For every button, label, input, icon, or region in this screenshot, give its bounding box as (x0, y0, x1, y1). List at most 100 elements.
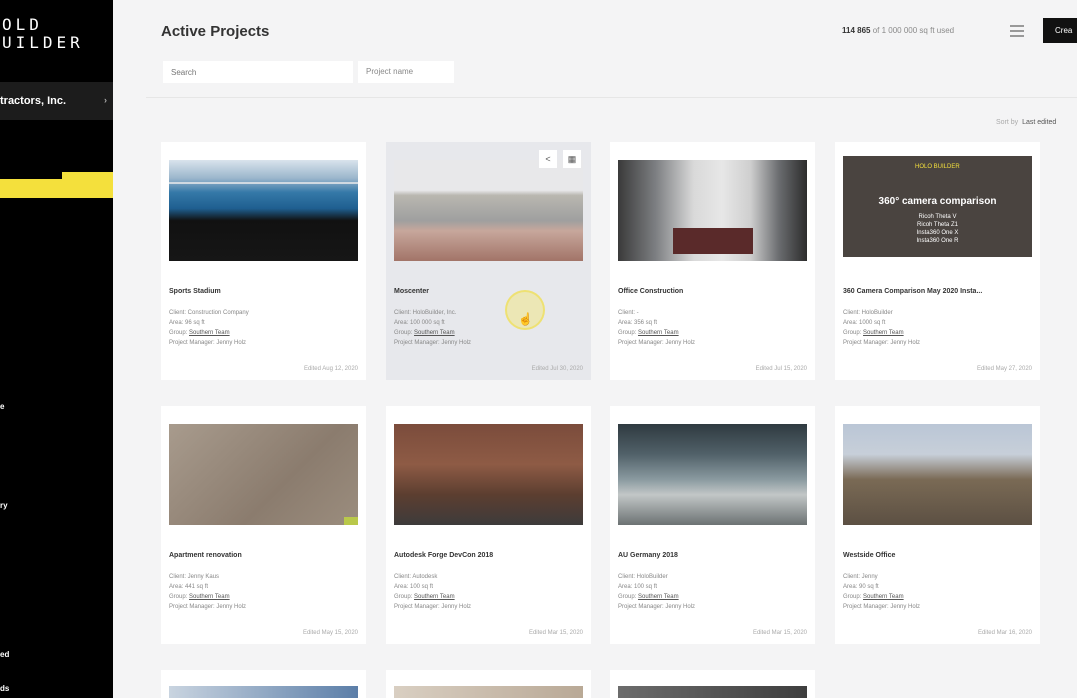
project-client: Client: HoloBuilder (843, 310, 893, 316)
group-label: Group: (169, 330, 190, 336)
project-meta: Client: HoloBuilder Area: 1000 sq ft Gro… (843, 308, 920, 348)
group-label: Group: (169, 594, 190, 600)
project-area: Area: 100 sq ft (394, 584, 434, 590)
page-title: Active Projects (161, 23, 270, 40)
project-card[interactable]: Sports Stadium Client: Construction Comp… (161, 142, 366, 380)
project-edited: Edited Aug 12, 2020 (303, 366, 358, 372)
project-client: Client: - (618, 310, 639, 316)
project-edited: Edited Jul 30, 2020 (531, 366, 583, 372)
project-edited: Edited Mar 16, 2020 (977, 630, 1032, 636)
project-manager: Project Manager: Jenny Holz (169, 604, 247, 610)
logo[interactable]: OLD UILDER (2, 16, 84, 52)
sidebar-item-4[interactable]: ds (0, 684, 9, 693)
group-label: Group: (843, 330, 864, 336)
overlay-line: Ricoh Theta V (918, 214, 957, 220)
project-meta: Client: - Area: 356 sq ft Group: Souther… (618, 308, 695, 348)
project-edited: Edited May 15, 2020 (302, 630, 358, 636)
project-group-link[interactable]: Southern Team (863, 330, 904, 336)
sidebar-item-3[interactable]: ed (0, 650, 9, 659)
group-label: Group: (394, 330, 415, 336)
overlay-line: Insta360 One X (916, 230, 959, 236)
logo-line-1: OLD (2, 15, 43, 34)
project-name: Moscenter (394, 288, 430, 295)
menu-icon[interactable] (1010, 25, 1024, 37)
project-card[interactable]: HOLO BUILDER 360° camera comparison Rico… (835, 142, 1040, 380)
project-area: Area: 356 sq ft (618, 320, 658, 326)
project-thumbnail (394, 160, 583, 261)
project-thumbnail (394, 424, 583, 525)
project-client: Client: Jenny (843, 574, 878, 580)
brand-mark: HOLO BUILDER (915, 164, 960, 170)
project-manager: Project Manager: Jenny Holz (394, 604, 472, 610)
overlay-title: 360° camera comparison (878, 196, 997, 207)
project-area: Area: 100 sq ft (618, 584, 658, 590)
project-name: Sports Stadium (169, 288, 221, 295)
project-group-link[interactable]: Southern Team (638, 594, 679, 600)
project-group-link[interactable]: Southern Team (189, 330, 230, 336)
project-area: Area: 100 000 sq ft (394, 320, 445, 326)
create-project-button[interactable]: Crea (1043, 18, 1077, 43)
project-thumbnail (169, 424, 358, 525)
usage-rest: of 1 000 000 sq ft used (872, 26, 955, 35)
project-card[interactable]: Westside Office Client: Jenny Area: 90 s… (835, 406, 1040, 644)
project-thumbnail (618, 686, 807, 698)
project-thumbnail (169, 160, 358, 261)
project-name: Office Construction (618, 288, 684, 295)
project-group-link[interactable]: Southern Team (414, 594, 455, 600)
chevron-down-icon: › (104, 95, 107, 105)
group-label: Group: (843, 594, 864, 600)
project-name: 360 Camera Comparison May 2020 Insta... (843, 288, 983, 295)
search-input[interactable] (163, 61, 353, 83)
project-area: Area: 441 sq ft (169, 584, 209, 590)
project-client: Client: Construction Company (169, 310, 249, 316)
sidebar-item-1[interactable]: e (0, 402, 4, 411)
project-meta: Client: HoloBuilder Area: 100 sq ft Grou… (618, 572, 695, 612)
sort-label: Sort by (996, 119, 1019, 126)
project-card[interactable] (161, 670, 366, 698)
project-client: Client: HoloBuilder (618, 574, 668, 580)
project-area: Area: 90 sq ft (843, 584, 879, 590)
overlay-block (0, 133, 62, 179)
project-group-link[interactable]: Southern Team (638, 330, 679, 336)
project-edited: Edited Jul 15, 2020 (755, 366, 807, 372)
sort-value: Last edited (1022, 119, 1057, 126)
project-card[interactable]: Apartment renovation Client: Jenny Kaus … (161, 406, 366, 644)
project-manager: Project Manager: Jenny Holz (394, 340, 472, 346)
project-client: Client: HoloBuilder, Inc. (394, 310, 457, 316)
sort-control[interactable]: Sort by Last edited (996, 119, 1056, 126)
project-manager: Project Manager: Jenny Holz (618, 340, 696, 346)
project-name: AU Germany 2018 (618, 552, 678, 559)
hand-cursor-icon: ☝ (518, 312, 533, 326)
project-group-link[interactable]: Southern Team (414, 330, 455, 336)
card-actions: < ▦ (539, 150, 581, 168)
project-card[interactable] (386, 670, 591, 698)
project-manager: Project Manager: Jenny Holz (169, 340, 247, 346)
filter-select[interactable]: Project name (358, 61, 454, 83)
project-thumbnail (394, 686, 583, 698)
project-area: Area: 96 sq ft (169, 320, 205, 326)
group-label: Group: (618, 594, 639, 600)
divider (146, 97, 1077, 98)
usage-used: 114 865 (842, 26, 871, 35)
project-name: Apartment renovation (169, 552, 242, 559)
project-card[interactable]: Autodesk Forge DevCon 2018 Client: Autod… (386, 406, 591, 644)
share-icon[interactable]: < (539, 150, 557, 168)
project-card[interactable]: AU Germany 2018 Client: HoloBuilder Area… (610, 406, 815, 644)
project-area: Area: 1000 sq ft (843, 320, 886, 326)
project-manager: Project Manager: Jenny Holz (618, 604, 696, 610)
thumbnail-overlay: HOLO BUILDER 360° camera comparison Rico… (843, 156, 1032, 257)
logo-line-2: UILDER (2, 33, 84, 52)
project-group-link[interactable]: Southern Team (189, 594, 230, 600)
project-card[interactable]: < ▦ Moscenter Client: HoloBuilder, Inc. … (386, 142, 591, 380)
calendar-icon[interactable]: ▦ (563, 150, 581, 168)
overlay-line: Insta360 One R (916, 238, 959, 244)
project-group-link[interactable]: Southern Team (863, 594, 904, 600)
project-client: Client: Autodesk (394, 574, 438, 580)
company-switcher[interactable]: tractors, Inc. › (0, 82, 113, 120)
project-meta: Client: Construction Company Area: 96 sq… (169, 308, 249, 348)
sidebar-item-2[interactable]: ry (0, 501, 8, 510)
project-card[interactable] (610, 670, 815, 698)
project-card[interactable]: Office Construction Client: - Area: 356 … (610, 142, 815, 380)
project-edited: Edited Mar 15, 2020 (528, 630, 583, 636)
project-name: Autodesk Forge DevCon 2018 (394, 552, 494, 559)
